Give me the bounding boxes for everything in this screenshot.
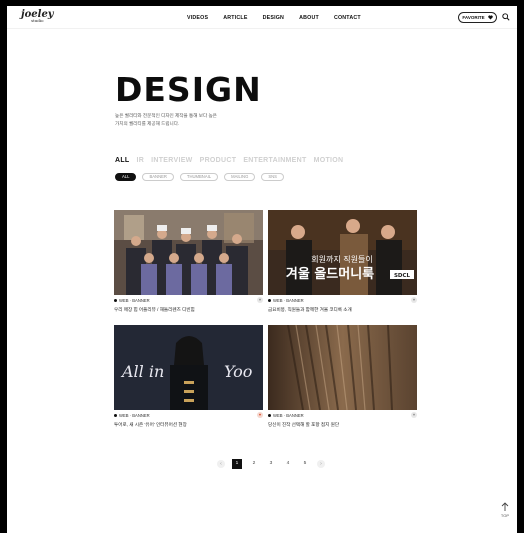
- card-4[interactable]: WEB · BANNER ♥ 당신이 진작 선택해 할 포항 접지 원단: [268, 325, 417, 430]
- tab-interview[interactable]: INTERVIEW: [151, 157, 192, 164]
- overlay-line-2: 겨울 올드머니룩: [286, 266, 374, 282]
- like-icon[interactable]: ♥: [257, 412, 263, 418]
- page-title: DESIGN: [115, 70, 262, 109]
- card-meta-text: WEB · BANNER: [273, 298, 304, 303]
- winter-look-photo: 회원까지 직원들이 겨울 올드머니룩 SDCL: [268, 210, 417, 295]
- nav-contact[interactable]: CONTACT: [334, 15, 361, 21]
- bullet-icon: [114, 299, 117, 302]
- arrow-up-icon: [501, 502, 509, 511]
- page-1[interactable]: 1: [232, 459, 242, 469]
- fabric-photo: [268, 325, 417, 410]
- top-label: TOP: [500, 513, 510, 518]
- staff-group-photo: [114, 210, 263, 295]
- card-meta: WEB · BANNER: [268, 413, 417, 418]
- card-3[interactable]: All in Yoo WEB · BANNER ♥ 투어로, 새 시즌 '유어'…: [114, 325, 263, 430]
- chip-all[interactable]: ALL: [115, 173, 137, 181]
- card-meta-text: WEB · BANNER: [119, 413, 150, 418]
- page-2[interactable]: 2: [249, 459, 259, 469]
- card-meta: WEB · BANNER: [268, 298, 417, 303]
- nav-design[interactable]: DESIGN: [263, 15, 285, 21]
- tab-ir[interactable]: IR: [137, 157, 145, 164]
- tab-motion[interactable]: MOTION: [314, 157, 344, 164]
- favorite-button[interactable]: FAVORITE: [458, 12, 497, 23]
- prev-page-button[interactable]: ‹: [217, 460, 225, 468]
- favorite-label: FAVORITE: [462, 15, 485, 20]
- tab-product[interactable]: PRODUCT: [200, 157, 237, 164]
- page-description: 높은 퀄리티와 전문적인 디자인 제작을 통해 보다 높은 가치의 퀄리티를 제…: [115, 112, 265, 127]
- page-5[interactable]: 5: [300, 459, 310, 469]
- pagination: ‹ 1 2 3 4 5 ›: [217, 459, 325, 469]
- main-nav: VIDEOS ARTICLE DESIGN ABOUT CONTACT: [187, 15, 361, 21]
- overlay-badge: SDCL: [394, 273, 411, 279]
- nav-article[interactable]: ARTICLE: [223, 15, 247, 21]
- chip-banner[interactable]: BANNER: [142, 173, 174, 181]
- overlay-text-1: All in: [120, 362, 164, 381]
- card-thumbnail[interactable]: [114, 210, 263, 295]
- bullet-icon: [268, 414, 271, 417]
- like-icon[interactable]: ♥: [257, 297, 263, 303]
- card-thumbnail[interactable]: 회원까지 직원들이 겨울 올드머니룩 SDCL: [268, 210, 417, 295]
- chip-sns[interactable]: SNS: [261, 173, 284, 181]
- card-title[interactable]: 투어로, 새 시즌 '유어' 인터뷰어션 현장: [114, 422, 187, 428]
- search-icon[interactable]: [502, 13, 510, 21]
- card-meta-text: WEB · BANNER: [119, 298, 150, 303]
- like-icon[interactable]: ♥: [411, 297, 417, 303]
- category-tabs: ALL IR INTERVIEW PRODUCT ENTERTAINMENT M…: [115, 157, 343, 164]
- like-icon[interactable]: ♥: [411, 412, 417, 418]
- site-logo[interactable]: joeley studio: [21, 10, 54, 23]
- description-line-2: 가치의 퀄리티를 제공해 드립니다.: [115, 120, 180, 126]
- card-1[interactable]: WEB · BANNER ♥ 우리 매장 힙 어플리뷰 / 해돌리렌즈 디빈힘: [114, 210, 263, 315]
- overlay-line-1: 회원까지 직원들이: [311, 254, 372, 264]
- card-title[interactable]: 당신이 진작 선택해 할 포항 접지 원단: [268, 422, 339, 428]
- nav-about[interactable]: ABOUT: [299, 15, 319, 21]
- chip-thumbnail[interactable]: THUMBNAIL: [179, 173, 219, 181]
- page: joeley studio VIDEOS ARTICLE DESIGN ABOU…: [7, 6, 517, 533]
- bullet-icon: [268, 299, 271, 302]
- next-page-button[interactable]: ›: [317, 460, 325, 468]
- interview-photo: All in Yoo: [114, 325, 263, 410]
- chip-mailing[interactable]: MAILING: [224, 173, 256, 181]
- header-divider: [7, 28, 517, 29]
- page-3[interactable]: 3: [266, 459, 276, 469]
- page-4[interactable]: 4: [283, 459, 293, 469]
- card-meta: WEB · BANNER: [114, 413, 263, 418]
- card-thumbnail[interactable]: [268, 325, 417, 410]
- filter-chips: ALL BANNER THUMBNAIL MAILING SNS: [115, 173, 284, 181]
- scroll-top-button[interactable]: TOP: [499, 502, 511, 518]
- overlay-text-2: Yoo: [224, 362, 252, 381]
- card-thumbnail[interactable]: All in Yoo: [114, 325, 263, 410]
- tab-entertainment[interactable]: ENTERTAINMENT: [243, 157, 306, 164]
- tab-all[interactable]: ALL: [115, 157, 130, 164]
- heart-icon: [487, 15, 493, 20]
- card-meta-text: WEB · BANNER: [273, 413, 304, 418]
- description-line-1: 높은 퀄리티와 전문적인 디자인 제작을 통해 보다 높은: [115, 113, 217, 118]
- card-2[interactable]: 회원까지 직원들이 겨울 올드머니룩 SDCL WEB · BANNER ♥ 금…: [268, 210, 417, 315]
- card-meta: WEB · BANNER: [114, 298, 263, 303]
- nav-videos[interactable]: VIDEOS: [187, 15, 208, 21]
- card-title[interactable]: 금요비몽, 직원들과 함께한 겨울 코디룩 소개: [268, 307, 352, 313]
- bullet-icon: [114, 414, 117, 417]
- card-title[interactable]: 우리 매장 힙 어플리뷰 / 해돌리렌즈 디빈힘: [114, 307, 195, 313]
